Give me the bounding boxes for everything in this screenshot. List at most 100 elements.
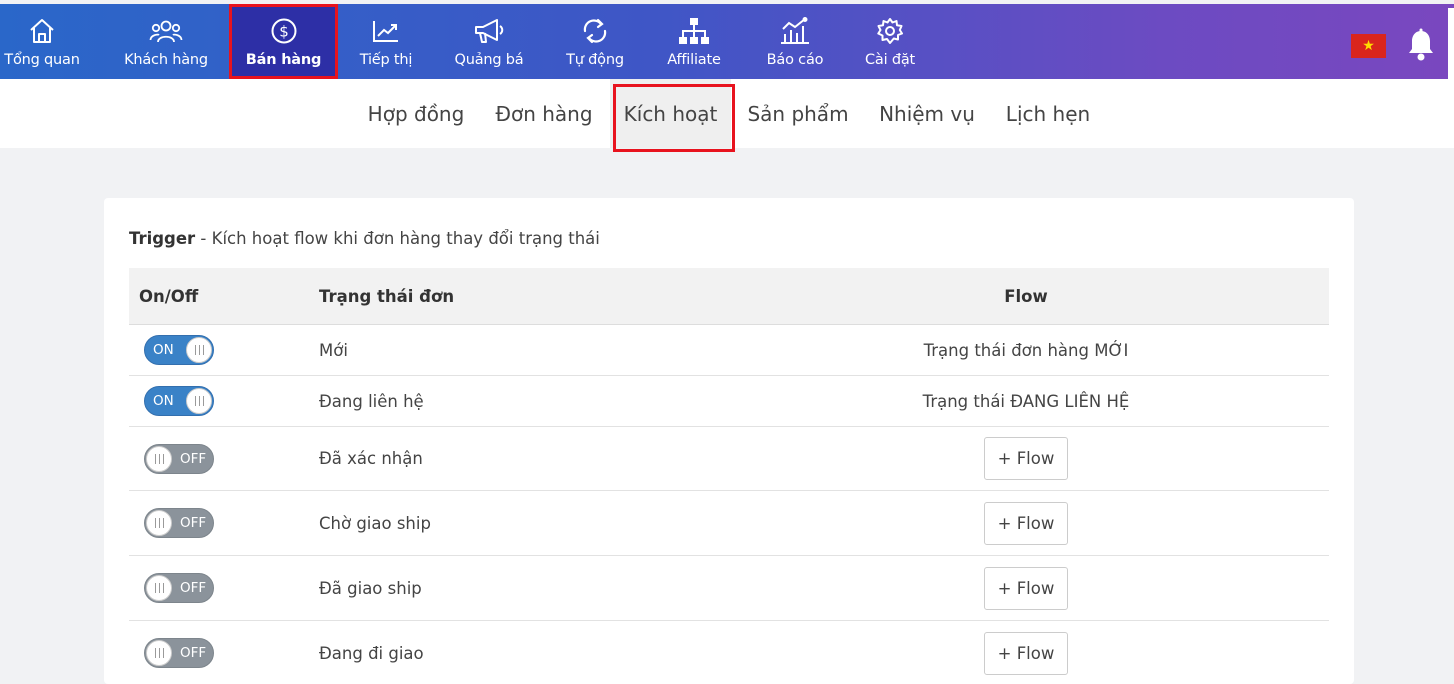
toggle-switch-cho-giao-ship[interactable]: OFF xyxy=(144,508,214,538)
nav-item-ban-hang[interactable]: $ Bán hàng xyxy=(232,4,335,79)
nav-label: Tiếp thị xyxy=(359,52,413,68)
toggle-switch-dang-di-giao[interactable]: OFF xyxy=(144,638,214,668)
tab-label: Đơn hàng xyxy=(495,101,593,126)
nav-label: Quảng bá xyxy=(454,52,524,68)
toggle-text: ON xyxy=(153,393,174,409)
status-cell: Đã giao ship xyxy=(319,578,422,598)
tab-label: Nhiệm vụ xyxy=(879,101,975,126)
top-navigation: Tổng quan Khách hàng $ Bán hàng Tiếp thị… xyxy=(0,4,1454,83)
tab-nhiem-vu[interactable]: Nhiệm vụ xyxy=(868,79,986,148)
nav-label: Báo cáo xyxy=(766,52,824,68)
toggle-knob xyxy=(146,640,172,666)
trigger-title-bold: Trigger xyxy=(129,229,196,248)
add-flow-button[interactable]: + Flow xyxy=(984,437,1068,480)
table-row: OFF Đã giao ship + Flow xyxy=(129,556,1329,621)
tab-kich-hoat[interactable]: Kích hoạt xyxy=(610,79,731,148)
trend-chart-icon xyxy=(369,17,403,45)
header-flow: Flow xyxy=(1004,287,1048,306)
tab-lich-hen[interactable]: Lịch hẹn xyxy=(996,79,1100,148)
toggle-switch-da-giao-ship[interactable]: OFF xyxy=(144,573,214,603)
table-row: OFF Đã xác nhận + Flow xyxy=(129,427,1329,491)
toggle-knob xyxy=(146,445,172,472)
header-onoff: On/Off xyxy=(139,287,199,306)
toggle-cell: OFF xyxy=(144,556,214,620)
add-flow-button[interactable]: + Flow xyxy=(984,631,1068,675)
megaphone-icon xyxy=(472,17,506,45)
toggle-text: OFF xyxy=(180,450,207,467)
flow-name[interactable]: Trạng thái đơn hàng MỚI xyxy=(769,325,1283,375)
tab-label: Sản phẩm xyxy=(747,101,849,126)
window-edge xyxy=(1448,8,1454,83)
toggle-knob xyxy=(146,510,172,536)
tab-label: Lịch hẹn xyxy=(1005,101,1091,126)
bell-icon[interactable] xyxy=(1406,28,1436,62)
add-flow-button[interactable]: + Flow xyxy=(984,501,1068,545)
nav-item-tiep-thi[interactable]: Tiếp thị xyxy=(352,4,420,79)
status-cell: Đã xác nhận xyxy=(319,449,423,468)
toggle-cell: OFF xyxy=(144,491,214,555)
flow-cell: + Flow xyxy=(769,556,1283,620)
nav-label: Cài đặt xyxy=(864,52,916,68)
dollar-circle-icon: $ xyxy=(267,17,301,45)
toggle-cell: OFF xyxy=(144,427,214,490)
nav-item-bao-cao[interactable]: Báo cáo xyxy=(760,4,830,79)
nav-item-affiliate[interactable]: Affiliate xyxy=(660,4,728,79)
sitemap-icon xyxy=(677,17,711,45)
tab-hop-dong[interactable]: Hợp đồng xyxy=(356,79,476,148)
trigger-title-rest: - Kích hoạt flow khi đơn hàng thay đổi t… xyxy=(195,229,600,248)
nav-label: Tự động xyxy=(566,52,624,68)
table-header: On/Off Trạng thái đơn Flow xyxy=(129,268,1329,325)
toggle-cell: OFF xyxy=(144,621,214,684)
table-row: OFF Chờ giao ship + Flow xyxy=(129,491,1329,556)
toggle-text: OFF xyxy=(180,580,207,596)
add-flow-button[interactable]: + Flow xyxy=(984,566,1068,610)
trigger-card: Trigger - Kích hoạt flow khi đơn hàng th… xyxy=(104,198,1354,684)
status-cell: Đang liên hệ xyxy=(319,391,424,411)
tab-san-pham[interactable]: Sản phẩm xyxy=(740,79,856,148)
toggle-knob xyxy=(186,388,212,414)
nav-item-tu-dong[interactable]: Tự động xyxy=(560,4,630,79)
flow-cell: + Flow xyxy=(769,427,1283,490)
vietnam-flag-icon[interactable]: ★ xyxy=(1351,34,1386,58)
nav-label: Bán hàng xyxy=(245,52,322,68)
toggle-switch-moi[interactable]: ON xyxy=(144,335,214,365)
tab-don-hang[interactable]: Đơn hàng xyxy=(486,79,602,148)
nav-item-quang-ba[interactable]: Quảng bá xyxy=(450,4,528,79)
toggle-cell: ON xyxy=(144,376,214,426)
table-row: OFF Đang đi giao + Flow xyxy=(129,621,1329,684)
trigger-table: On/Off Trạng thái đơn Flow ON Mới Trạng … xyxy=(129,268,1329,684)
home-icon xyxy=(25,17,59,45)
tab-label: Hợp đồng xyxy=(367,101,465,126)
toggle-switch-da-xac-nhan[interactable]: OFF xyxy=(144,443,214,474)
toggle-knob xyxy=(146,575,172,601)
nav-label: Affiliate xyxy=(667,52,721,68)
nav-label: Tổng quan xyxy=(4,52,80,68)
header-status: Trạng thái đơn xyxy=(319,287,455,306)
status-cell: Chờ giao ship xyxy=(319,513,431,533)
sub-navigation: Hợp đồng Đơn hàng Kích hoạt Sản phẩm Nhi… xyxy=(0,79,1454,148)
report-chart-icon xyxy=(778,17,812,45)
nav-label: Khách hàng xyxy=(124,52,208,68)
nav-item-khach-hang[interactable]: Khách hàng xyxy=(118,4,214,79)
toggle-text: OFF xyxy=(180,515,207,531)
status-cell: Mới xyxy=(319,340,348,360)
toggle-switch-dang-lien-he[interactable]: ON xyxy=(144,386,214,416)
svg-text:$: $ xyxy=(279,23,289,41)
nav-item-cai-dat[interactable]: Cài đặt xyxy=(858,4,922,79)
flow-cell: + Flow xyxy=(769,491,1283,555)
nav-item-tong-quan[interactable]: Tổng quan xyxy=(0,4,84,79)
sync-icon xyxy=(578,17,612,45)
status-cell: Đang đi giao xyxy=(319,643,424,663)
toggle-knob xyxy=(186,337,212,363)
toggle-text: OFF xyxy=(180,645,207,661)
users-icon xyxy=(149,17,183,45)
table-row: ON Đang liên hệ Trạng thái ĐANG LIÊN HỆ xyxy=(129,376,1329,427)
flow-name[interactable]: Trạng thái ĐANG LIÊN HỆ xyxy=(769,376,1283,426)
toggle-text: ON xyxy=(153,342,174,358)
trigger-title: Trigger - Kích hoạt flow khi đơn hàng th… xyxy=(129,229,600,248)
toggle-cell: ON xyxy=(144,325,214,375)
table-row: ON Mới Trạng thái đơn hàng MỚI xyxy=(129,325,1329,376)
gear-icon xyxy=(873,17,907,45)
tab-label: Kích hoạt xyxy=(623,101,718,126)
flow-cell: + Flow xyxy=(769,621,1283,684)
